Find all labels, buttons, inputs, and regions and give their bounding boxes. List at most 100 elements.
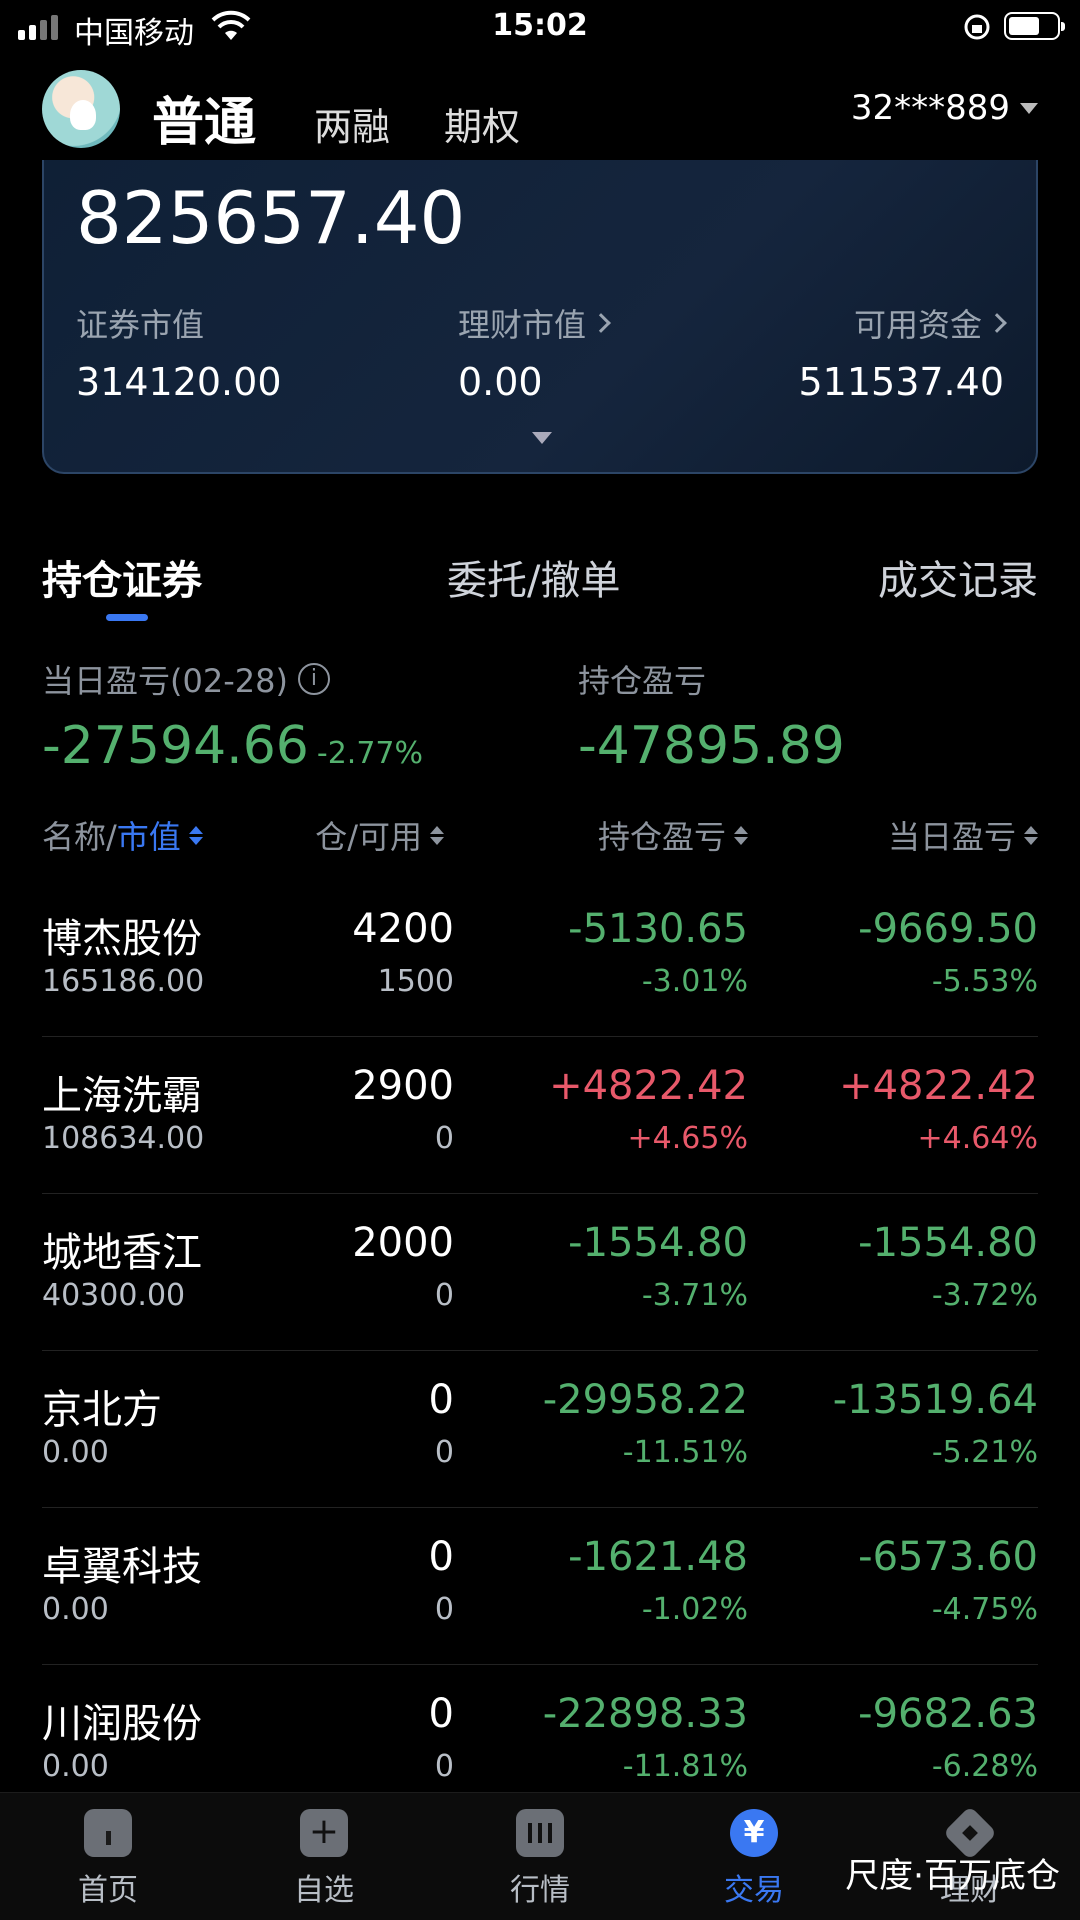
- account-selector[interactable]: 32***889: [851, 88, 1038, 128]
- home-icon: [84, 1809, 132, 1857]
- col-name-marketvalue[interactable]: 名称/市值: [42, 812, 203, 858]
- metric-value: 314120.00: [76, 360, 282, 404]
- available-qty: 0: [434, 1749, 454, 1784]
- nav-trade[interactable]: ¥ 交易: [684, 1809, 824, 1909]
- header: 普通 两融 期权 32***889: [0, 60, 1080, 160]
- nav-watchlist[interactable]: 自选: [254, 1809, 394, 1909]
- stock-name: 京北方: [42, 1387, 162, 1433]
- daily-pl-pct: -6.28%: [931, 1749, 1038, 1784]
- nav-label: 自选: [294, 1873, 354, 1908]
- daily-pl-percent: -2.77%: [316, 736, 424, 771]
- daily-pl-amount: -27594.66: [42, 716, 309, 776]
- section-tabs: 持仓证券 委托/撤单 成交记录: [0, 548, 1080, 628]
- nav-market[interactable]: 行情: [470, 1809, 610, 1909]
- account-number: 32***889: [850, 88, 1010, 128]
- available-qty: 0: [434, 1278, 454, 1313]
- sort-icon: [734, 825, 748, 845]
- daily-pl-label: 当日盈亏(02-28): [42, 662, 288, 700]
- chevron-down-icon: [1020, 102, 1038, 114]
- tab-options[interactable]: 期权: [444, 96, 520, 151]
- holding-pl: -22898.33: [542, 1691, 748, 1737]
- col-holding-pl-label: 持仓盈亏: [597, 818, 726, 856]
- available-qty: 1500: [377, 964, 454, 999]
- nav-label: 行情: [510, 1873, 570, 1908]
- market-value: 108634.00: [42, 1121, 205, 1156]
- holding-pl: -29958.22: [542, 1377, 748, 1423]
- holding-pl: -1554.80: [568, 1220, 748, 1266]
- chevron-right-icon: [987, 313, 1007, 333]
- available-qty: 0: [434, 1435, 454, 1470]
- holding-pl-pct: -3.71%: [641, 1278, 748, 1313]
- daily-pl: +4822.42: [839, 1063, 1038, 1109]
- daily-pl-value: -27594.66 -2.77%: [42, 716, 423, 776]
- daily-pl-pct: -3.72%: [931, 1278, 1038, 1313]
- info-icon[interactable]: i: [297, 663, 330, 695]
- yen-icon: ¥: [730, 1809, 778, 1857]
- securities-value: 证券市值 314120.00: [76, 300, 282, 404]
- nav-home[interactable]: 首页: [38, 1809, 178, 1909]
- expand-caret-icon[interactable]: [532, 432, 552, 444]
- tab-orders[interactable]: 委托/撤单: [447, 548, 620, 606]
- nav-label: 交易: [724, 1873, 784, 1908]
- position-qty: 2000: [352, 1220, 454, 1266]
- table-row[interactable]: 京北方 0.00 0 0 -29958.22 -11.51% -13519.64…: [42, 1351, 1038, 1508]
- tab-margin[interactable]: 两融: [314, 96, 390, 151]
- holding-pl-pct: +4.65%: [627, 1121, 748, 1156]
- battery-icon: [1004, 12, 1065, 40]
- table-row[interactable]: 博杰股份 165186.00 4200 1500 -5130.65 -3.01%…: [42, 880, 1038, 1037]
- market-value: 40300.00: [42, 1278, 186, 1313]
- active-tab-indicator: [106, 614, 148, 621]
- market-value: 165186.00: [42, 964, 205, 999]
- holding-pl-label: 持仓盈亏: [578, 662, 707, 700]
- holding-pl: -1621.48: [568, 1534, 748, 1580]
- metric-label: 可用资金: [853, 306, 982, 344]
- col-daily-pl-label: 当日盈亏: [887, 818, 1016, 856]
- daily-pl: -9669.50: [858, 906, 1038, 952]
- stock-name: 博杰股份: [42, 916, 202, 962]
- holding-pl-value: -47895.89: [578, 716, 845, 776]
- tab-normal[interactable]: 普通: [152, 80, 256, 155]
- metric-value: 511537.40: [798, 360, 1005, 404]
- col-holding-pl[interactable]: 持仓盈亏: [598, 812, 748, 858]
- table-row[interactable]: 上海洗霸 108634.00 2900 0 +4822.42 +4.65% +4…: [42, 1037, 1038, 1194]
- holding-pl-pct: -11.51%: [622, 1435, 748, 1470]
- holding-pl: +4822.42: [549, 1063, 748, 1109]
- watermark: 尺度·百万底仓: [845, 1856, 1060, 1896]
- metric-value: 0.00: [458, 360, 543, 404]
- metric-label: 证券市值: [76, 306, 205, 344]
- market-value: 0.00: [42, 1435, 109, 1470]
- stock-name: 卓翼科技: [42, 1544, 202, 1590]
- position-qty: 0: [428, 1377, 454, 1423]
- column-headers: 名称/市值 仓/可用 持仓盈亏 当日盈亏: [0, 812, 1080, 856]
- position-qty: 4200: [352, 906, 454, 952]
- table-row[interactable]: 城地香江 40300.00 2000 0 -1554.80 -3.71% -15…: [42, 1194, 1038, 1351]
- daily-pl-pct: +4.64%: [917, 1121, 1038, 1156]
- sort-icon: [1024, 825, 1038, 845]
- position-qty: 2900: [352, 1063, 454, 1109]
- holding-pl-pct: -11.81%: [622, 1749, 748, 1784]
- wealth-value[interactable]: 理财市值 0.00: [458, 300, 611, 404]
- avatar[interactable]: [42, 70, 120, 148]
- col-name-label: 名称/: [42, 818, 117, 856]
- total-assets: 825657.40: [76, 176, 466, 260]
- market-value: 0.00: [42, 1749, 109, 1784]
- available-funds[interactable]: 可用资金 511537.40: [798, 300, 1007, 404]
- table-row[interactable]: 卓翼科技 0.00 0 0 -1621.48 -1.02% -6573.60 -…: [42, 1508, 1038, 1665]
- col-position[interactable]: 仓/可用: [315, 812, 444, 858]
- daily-pl: -1554.80: [858, 1220, 1038, 1266]
- holdings-list: 博杰股份 165186.00 4200 1500 -5130.65 -3.01%…: [0, 880, 1080, 1822]
- col-position-label: 仓/可用: [315, 818, 422, 856]
- stock-name: 川润股份: [42, 1701, 202, 1747]
- available-qty: 0: [434, 1592, 454, 1627]
- tab-holdings[interactable]: 持仓证券: [42, 548, 202, 606]
- sort-icon: [188, 825, 203, 845]
- col-daily-pl[interactable]: 当日盈亏: [888, 812, 1038, 858]
- sort-icon: [430, 825, 444, 845]
- rotation-lock-icon: [964, 14, 990, 40]
- position-qty: 0: [428, 1691, 454, 1737]
- daily-pl-pct: -5.53%: [931, 964, 1038, 999]
- tab-trades[interactable]: 成交记录: [878, 548, 1038, 606]
- bar-chart-icon: [516, 1809, 564, 1857]
- asset-card: 825657.40 证券市值 314120.00 理财市值 0.00 可用资金 …: [42, 160, 1038, 474]
- holding-pl-pct: -1.02%: [641, 1592, 748, 1627]
